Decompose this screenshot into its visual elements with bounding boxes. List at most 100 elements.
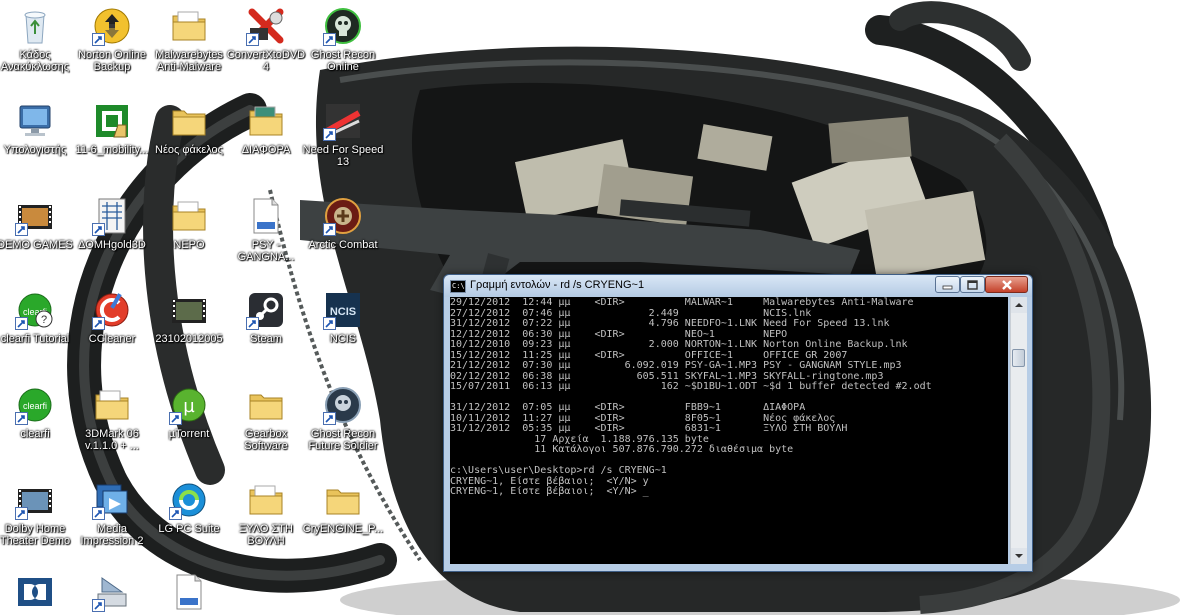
ccleaner-icon [92, 290, 132, 330]
scroll-up-button[interactable] [1011, 297, 1027, 313]
chevron-up-icon [1015, 303, 1023, 307]
console-icon: C:\ [450, 280, 466, 293]
video-icon [15, 480, 55, 520]
shortcut-arrow-icon [15, 317, 28, 330]
shortcut-arrow-icon [92, 223, 105, 236]
console-line: CRYENG~1, Είστε βέβαιοι; <Y/N> y [450, 475, 649, 487]
desktop-icon-dolby-demo[interactable]: Dolby Home Theater Demo [0, 480, 77, 547]
mp3-icon [169, 572, 209, 612]
ghost-recon-icon [323, 6, 363, 46]
maximize-button[interactable] [960, 276, 985, 293]
computer-icon [15, 101, 55, 141]
folder-icon [169, 6, 209, 46]
desktop-icon-steam[interactable]: Steam [224, 290, 308, 345]
desktop-icon-media-impression[interactable]: Media Impression 2 [70, 480, 154, 547]
scanner-icon [92, 572, 132, 612]
desktop-icon-dolby[interactable] [0, 572, 77, 615]
shortcut-arrow-icon [92, 33, 105, 46]
desktop-icon-malwarebytes[interactable]: Malwarebytes Anti-Malware [147, 6, 231, 73]
shortcut-arrow-icon [323, 317, 336, 330]
svg-text:clearfi: clearfi [23, 401, 47, 411]
convertxtodvd-icon [246, 6, 286, 46]
shortcut-arrow-icon [323, 128, 336, 141]
console-line: 15/12/2012 11:25 μμ <DIR> OFFICE~1 OFFIC… [450, 349, 848, 361]
desktop-icon-gearbox[interactable]: Gearbox Software [224, 385, 308, 452]
shortcut-arrow-icon [15, 412, 28, 425]
desktop-icon-recycle-bin[interactable]: Κάδος Ανακύκλωσης [0, 6, 77, 73]
desktop-icon-nfs13[interactable]: Need For Speed 13 [301, 101, 385, 168]
installer-icon [92, 101, 132, 141]
console-line: c:\Users\user\Desktop>rd /s CRYENG~1 [450, 465, 667, 476]
video-icon [169, 290, 209, 330]
desktop-icon-clearfi-tutorial[interactable]: clearfi? clearfi Tutorial [0, 290, 77, 345]
console-line: 29/12/2012 12:44 μμ <DIR> MALWAR~1 Malwa… [450, 297, 914, 308]
shortcut-arrow-icon [15, 507, 28, 520]
minimize-icon [942, 285, 953, 290]
close-button[interactable] [985, 276, 1028, 293]
minimize-button[interactable] [935, 276, 960, 293]
shortcut-arrow-icon [92, 507, 105, 520]
desktop-icon-mp3[interactable] [147, 572, 231, 615]
desktop-icon-computer[interactable]: Υπολογιστής [0, 101, 77, 156]
console-line: 31/12/2012 05:35 μμ <DIR> 6831~1 ΞΥΛΟ ΣΤ… [450, 423, 848, 434]
shortcut-arrow-icon [92, 599, 105, 612]
nfs-icon [323, 101, 363, 141]
console-line: 17 Αρχεία 1.188.976.135 byte [450, 433, 709, 445]
desktop-icon-utorrent[interactable]: µ µTorrent [147, 385, 231, 440]
steam-icon [246, 290, 286, 330]
console-line: 02/12/2012 06:38 μμ 605.511 SKYFAL~1.MP3… [450, 370, 884, 382]
desktop-icon-video-23102012005[interactable]: 23102012005 [147, 290, 231, 345]
desktop-icon-new-folder[interactable]: Νέος φάκελος [147, 101, 231, 156]
arctic-combat-icon [323, 196, 363, 236]
desktop-icon-nepo[interactable]: NEPO [147, 196, 231, 251]
shortcut-arrow-icon [246, 33, 259, 46]
mp3-icon [246, 196, 286, 236]
clearfi-icon: clearfi [15, 385, 55, 425]
shortcut-arrow-icon [169, 507, 182, 520]
shortcut-arrow-icon [246, 317, 259, 330]
norton-backup-icon [92, 6, 132, 46]
desktop-icon-domh[interactable]: ΔΟΜΗgold3D [70, 196, 154, 251]
desktop-icon-cryengine[interactable]: CryENGINE_P... [301, 480, 385, 535]
shortcut-arrow-icon [169, 412, 182, 425]
desktop-icon-scanner[interactable] [70, 572, 154, 615]
scroll-down-button[interactable] [1011, 548, 1027, 564]
clearfi-help-icon: clearfi? [15, 290, 55, 330]
scrollbar-thumb[interactable] [1012, 349, 1025, 367]
recycle-bin-icon [15, 6, 55, 46]
desktop-icon-ncis[interactable]: NCIS NCIS [301, 290, 385, 345]
shortcut-arrow-icon [323, 33, 336, 46]
desktop-icon-xylo[interactable]: ΞΥΛΟ ΣΤΗ ΒΟΥΛΗ [224, 480, 308, 547]
desktop-icon-lg-pc-suite[interactable]: LG PC Suite [147, 480, 231, 535]
console-line: 12/12/2012 06:30 μμ <DIR> NEO~1 NEPO [450, 328, 788, 340]
console-line: 10/11/2012 11:27 μμ <DIR> 8F05~1 Νέος φά… [450, 412, 836, 424]
desktop-icon-convertxtodvd[interactable]: ConvertXtoDVD 4 [224, 6, 308, 73]
desktop-icon-demo-games[interactable]: DEMO GAMES [0, 196, 77, 251]
folder-icon [169, 196, 209, 236]
window-titlebar[interactable]: C:\ Γραμμή εντολών - rd /s CRYENG~1 [444, 275, 1032, 297]
desktop-icon-norton-backup[interactable]: Norton Online Backup [70, 6, 154, 73]
desktop-icon-ccleaner[interactable]: CCleaner [70, 290, 154, 345]
desktop-icon-ghost-recon-fs[interactable]: Ghost Recon Future Soldier [301, 385, 385, 452]
console-text: 29/12/2012 12:44 μμ <DIR> MALWAR~1 Malwa… [450, 297, 1008, 498]
console-line: 21/12/2012 07:30 μμ 6.092.019 PSY-GA~1.M… [450, 360, 902, 371]
desktop-icon-diafora[interactable]: ΔΙΑΦΟΡΑ [224, 101, 308, 156]
dolby-icon [15, 572, 55, 612]
video-icon [15, 196, 55, 236]
desktop-icon-mobility[interactable]: 11-6_mobility... [70, 101, 154, 156]
desktop-icon-psy-gangnam[interactable]: PSY - GANGNA... [224, 196, 308, 263]
desktop-icon-3dmark[interactable]: 3DMark 06 v.1.1.0 + ... [70, 385, 154, 452]
desktop-icon-arctic-combat[interactable]: Arctic Combat [301, 196, 385, 251]
folder-icon [323, 480, 363, 520]
desktop-icon-ghost-recon-online[interactable]: Ghost Recon Online [301, 6, 385, 73]
domh-icon [92, 196, 132, 236]
svg-text:µ: µ [183, 396, 195, 417]
console-output[interactable]: 29/12/2012 12:44 μμ <DIR> MALWAR~1 Malwa… [450, 297, 1008, 564]
command-prompt-window[interactable]: C:\ Γραμμή εντολών - rd /s CRYENG~1 29/1… [443, 274, 1033, 572]
folder-icon [246, 385, 286, 425]
console-line: CRYENG~1, Είστε βέβαιοι; <Y/N> _ [450, 486, 649, 497]
shortcut-arrow-icon [323, 412, 336, 425]
vertical-scrollbar[interactable] [1010, 297, 1027, 564]
desktop-icon-clearfi[interactable]: clearfi clearfi [0, 385, 77, 440]
folder-icon [246, 480, 286, 520]
